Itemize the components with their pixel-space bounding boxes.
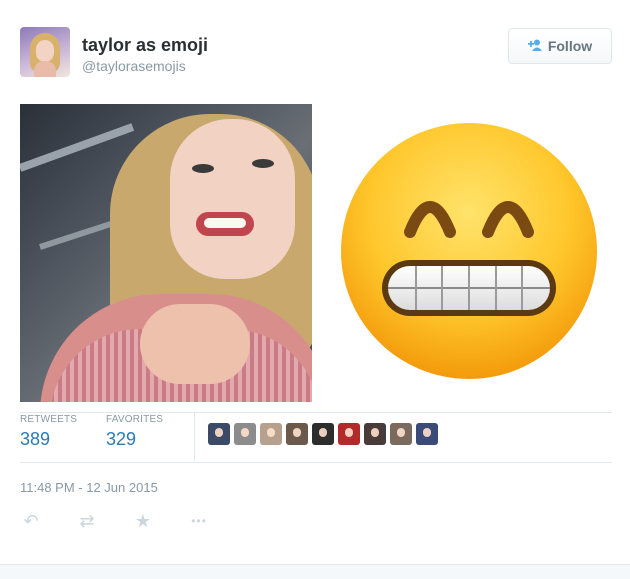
display-name[interactable]: taylor as emoji <box>82 35 208 56</box>
favorites-count: 329 <box>106 429 137 449</box>
favoriter-avatar[interactable] <box>260 423 282 445</box>
favorites-stat[interactable]: FAVORITES 329 <box>106 414 192 450</box>
favoriter-avatars <box>208 423 438 445</box>
grimacing-emoji-image[interactable] <box>338 120 600 382</box>
user-handle[interactable]: @taylorasemojis <box>82 58 186 74</box>
tweet-card: taylor as emoji @taylorasemojis Follow R… <box>0 0 630 579</box>
tweet-actions: ↶ ⇄ ★ ••• <box>20 510 210 532</box>
favoriter-avatar[interactable] <box>312 423 334 445</box>
favorite-icon[interactable]: ★ <box>132 510 154 532</box>
tweet-photo[interactable] <box>20 104 312 402</box>
favoriter-avatar[interactable] <box>364 423 386 445</box>
favoriter-avatar[interactable] <box>390 423 412 445</box>
favoriter-avatar[interactable] <box>338 423 360 445</box>
follow-label: Follow <box>547 38 593 54</box>
add-user-icon <box>527 39 542 53</box>
favoriter-avatar[interactable] <box>286 423 308 445</box>
favoriter-avatar[interactable] <box>416 423 438 445</box>
tweet-timestamp[interactable]: 11:48 PM - 12 Jun 2015 <box>20 480 158 495</box>
retweets-stat[interactable]: RETWEETS 389 <box>20 414 106 450</box>
divider <box>20 412 612 413</box>
retweet-icon[interactable]: ⇄ <box>76 510 98 532</box>
tweet-stats: RETWEETS 389 FAVORITES 329 <box>20 414 192 450</box>
follow-button[interactable]: Follow <box>508 28 612 64</box>
more-icon[interactable]: ••• <box>188 510 210 532</box>
favorites-label: FAVORITES <box>106 414 164 425</box>
retweets-label: RETWEETS <box>20 414 78 425</box>
reply-icon[interactable]: ↶ <box>20 510 42 532</box>
divider <box>20 462 612 463</box>
card-footer-strip <box>0 564 630 579</box>
favoriter-avatar[interactable] <box>234 423 256 445</box>
retweets-count: 389 <box>20 429 51 449</box>
stats-separator <box>194 413 195 461</box>
avatar[interactable] <box>20 27 70 77</box>
favoriter-avatar[interactable] <box>208 423 230 445</box>
